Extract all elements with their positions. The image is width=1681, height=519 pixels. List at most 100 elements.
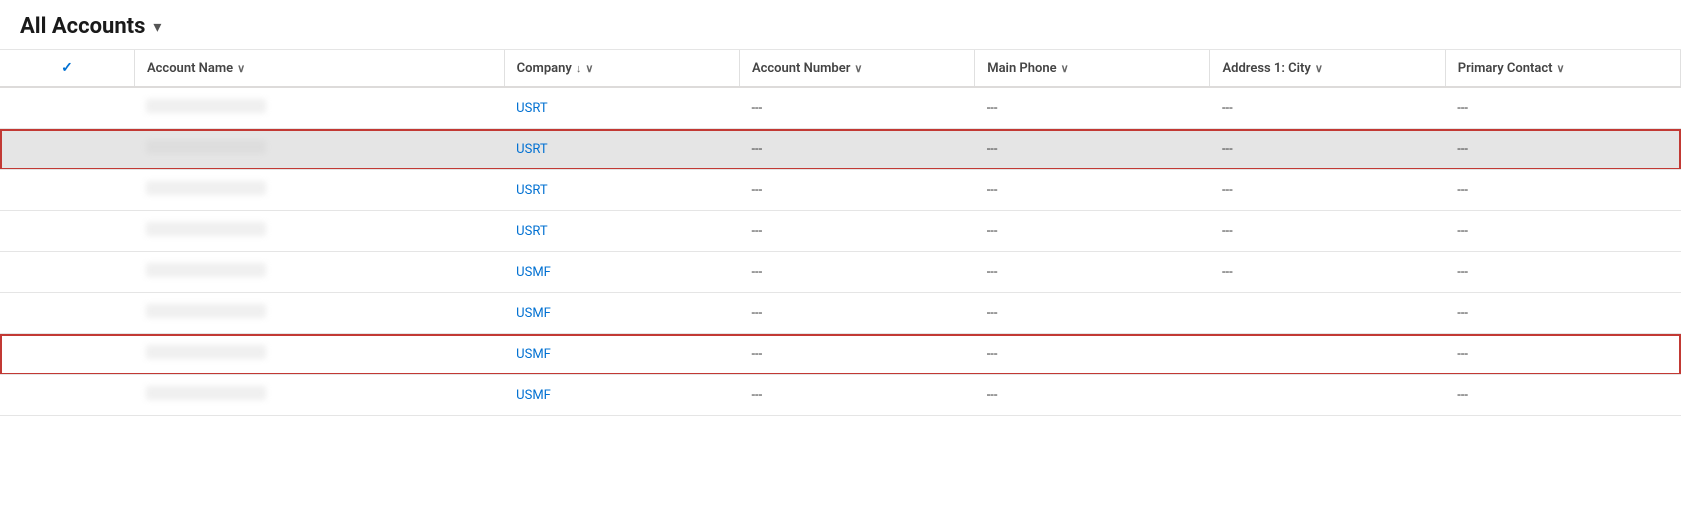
cell-account-name (134, 170, 504, 211)
table-header-row: ✓ Account Name ∨ Company ↓ ∨ (0, 50, 1681, 87)
chevron-down-icon-city: ∨ (1315, 62, 1323, 75)
primary-contact-value: --- (1457, 388, 1468, 403)
cell-primary-contact: --- (1445, 252, 1680, 293)
cell-main-phone: --- (975, 211, 1210, 252)
account-number-value: --- (751, 388, 762, 403)
row-checkbox[interactable] (0, 87, 134, 129)
main-phone-value: --- (987, 101, 998, 116)
company-link[interactable]: USRT (516, 142, 547, 157)
main-phone-value: --- (987, 224, 998, 239)
cell-account-number: --- (739, 334, 974, 375)
table-row[interactable]: USMF --- --- --- (0, 375, 1681, 416)
main-phone-value: --- (987, 142, 998, 157)
table-row[interactable]: USRT --- --- --- --- (0, 87, 1681, 129)
cell-account-number: --- (739, 211, 974, 252)
col-header-primary-contact[interactable]: Primary Contact ∨ (1445, 50, 1680, 87)
cell-company: USMF (504, 334, 739, 375)
cell-primary-contact: --- (1445, 170, 1680, 211)
col-header-address-city[interactable]: Address 1: City ∨ (1210, 50, 1445, 87)
row-checkbox[interactable] (0, 334, 134, 375)
main-phone-value: --- (987, 306, 998, 321)
main-phone-value: --- (987, 388, 998, 403)
account-number-value: --- (751, 101, 762, 116)
cell-address-city: --- (1210, 129, 1445, 170)
main-phone-value: --- (987, 183, 998, 198)
table-row[interactable]: USMF --- --- --- (0, 293, 1681, 334)
company-link[interactable]: USRT (516, 101, 547, 116)
cell-company: USRT (504, 129, 739, 170)
company-link[interactable]: USMF (516, 306, 551, 321)
cell-account-number: --- (739, 293, 974, 334)
page-title: All Accounts (20, 14, 145, 39)
company-link[interactable]: USRT (516, 183, 547, 198)
table-container: ✓ Account Name ∨ Company ↓ ∨ (0, 50, 1681, 416)
header-chevron[interactable]: ▾ (153, 17, 161, 36)
row-checkbox[interactable] (0, 129, 134, 170)
cell-company: USMF (504, 252, 739, 293)
cell-address-city (1210, 375, 1445, 416)
cell-company: USRT (504, 170, 739, 211)
table-row[interactable]: USRT --- --- --- --- (0, 211, 1681, 252)
primary-contact-label: Primary Contact (1458, 61, 1553, 76)
cell-account-name (134, 334, 504, 375)
cell-account-number: --- (739, 252, 974, 293)
col-header-company[interactable]: Company ↓ ∨ (504, 50, 739, 87)
cell-address-city (1210, 334, 1445, 375)
company-link[interactable]: USMF (516, 265, 551, 280)
cell-company: USRT (504, 211, 739, 252)
primary-contact-value: --- (1457, 224, 1468, 239)
checkbox-column-header[interactable]: ✓ (0, 50, 134, 87)
cell-company: USMF (504, 375, 739, 416)
main-phone-value: --- (987, 347, 998, 362)
cell-company: USRT (504, 87, 739, 129)
sort-desc-icon: ↓ (576, 62, 582, 75)
chevron-down-icon-contact: ∨ (1557, 62, 1565, 75)
cell-account-number: --- (739, 129, 974, 170)
chevron-down-icon-accnum: ∨ (854, 62, 862, 75)
col-header-main-phone[interactable]: Main Phone ∨ (975, 50, 1210, 87)
address-city-value: --- (1222, 101, 1233, 116)
col-header-account-name[interactable]: Account Name ∨ (134, 50, 504, 87)
account-number-value: --- (751, 347, 762, 362)
address-city-value: --- (1222, 224, 1233, 239)
col-header-account-number[interactable]: Account Number ∨ (739, 50, 974, 87)
company-link[interactable]: USRT (516, 224, 547, 239)
cell-address-city: --- (1210, 252, 1445, 293)
cell-account-name (134, 87, 504, 129)
cell-primary-contact: --- (1445, 293, 1680, 334)
cell-main-phone: --- (975, 375, 1210, 416)
chevron-down-icon-phone: ∨ (1061, 62, 1069, 75)
address-city-value: --- (1222, 183, 1233, 198)
cell-main-phone: --- (975, 252, 1210, 293)
company-link[interactable]: USMF (516, 388, 551, 403)
table-row[interactable]: USMF--------- (0, 334, 1681, 375)
row-checkbox[interactable] (0, 293, 134, 334)
account-name-label: Account Name (147, 61, 233, 76)
cell-main-phone: --- (975, 170, 1210, 211)
cell-company: USMF (504, 293, 739, 334)
cell-main-phone: --- (975, 293, 1210, 334)
row-checkbox[interactable] (0, 375, 134, 416)
primary-contact-value: --- (1457, 183, 1468, 198)
cell-account-name (134, 252, 504, 293)
account-number-value: --- (751, 265, 762, 280)
main-phone-label: Main Phone (987, 61, 1056, 76)
company-link[interactable]: USMF (516, 347, 551, 362)
primary-contact-value: --- (1457, 306, 1468, 321)
cell-primary-contact: --- (1445, 87, 1680, 129)
cell-account-number: --- (739, 87, 974, 129)
company-label: Company (517, 61, 572, 76)
cell-account-name (134, 211, 504, 252)
table-row[interactable]: USRT------------ (0, 170, 1681, 211)
cell-address-city: --- (1210, 211, 1445, 252)
row-checkbox[interactable] (0, 170, 134, 211)
row-checkbox[interactable] (0, 252, 134, 293)
row-checkbox[interactable] (0, 211, 134, 252)
accounts-table: ✓ Account Name ∨ Company ↓ ∨ (0, 50, 1681, 416)
address-city-value: --- (1222, 142, 1233, 157)
cell-address-city: --- (1210, 87, 1445, 129)
table-row[interactable]: USMF --- --- --- --- (0, 252, 1681, 293)
address-city-value: --- (1222, 265, 1233, 280)
primary-contact-value: --- (1457, 265, 1468, 280)
table-row[interactable]: USRT------------ (0, 129, 1681, 170)
